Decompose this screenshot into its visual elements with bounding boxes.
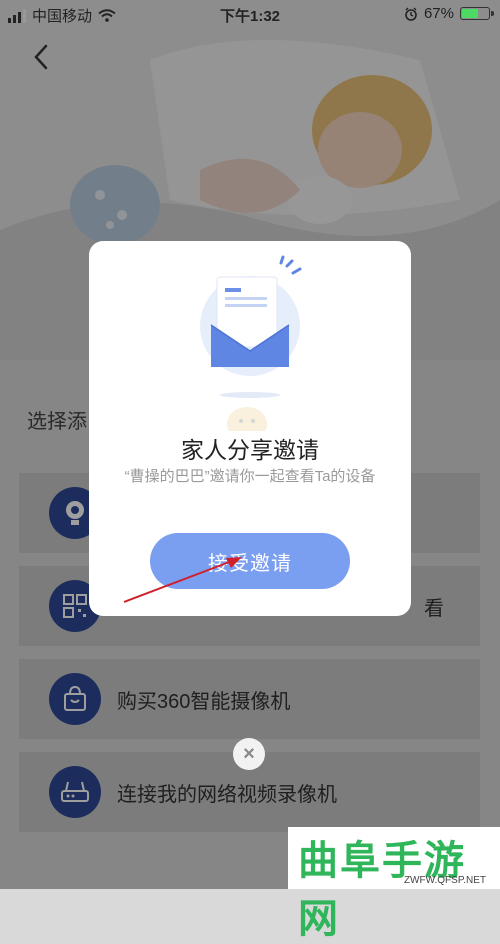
close-dialog-button[interactable]: × (233, 738, 265, 770)
battery-percent: 67% (423, 5, 454, 22)
site-watermark: 曲阜手游网 ZWFW.QFSP.NET (288, 827, 500, 942)
alarm-icon (405, 7, 417, 21)
battery-info: 67% (404, 5, 494, 22)
dialog-title: 家人分享邀请 (181, 437, 319, 463)
close-icon: × (243, 742, 255, 765)
back-button[interactable] (28, 42, 54, 72)
battery-icon (460, 7, 494, 20)
status-bar: 中国移动 下午1:32 67% (0, 0, 500, 28)
watermark-brand: 曲阜手游网 (298, 838, 466, 942)
battery-fill (462, 9, 479, 18)
dialog-message: “曹操的巴巴”邀请你一起查看Ta的设备 (124, 468, 376, 485)
invite-dialog: 家人分享邀请 “曹操的巴巴”邀请你一起查看Ta的设备 接受邀请 (89, 241, 411, 616)
accept-invite-button[interactable]: 接受邀请 (150, 533, 350, 589)
envelope-illustration (200, 255, 302, 431)
watermark-url: ZWFW.QFSP.NET (403, 875, 486, 886)
chevron-left-icon (34, 44, 48, 70)
